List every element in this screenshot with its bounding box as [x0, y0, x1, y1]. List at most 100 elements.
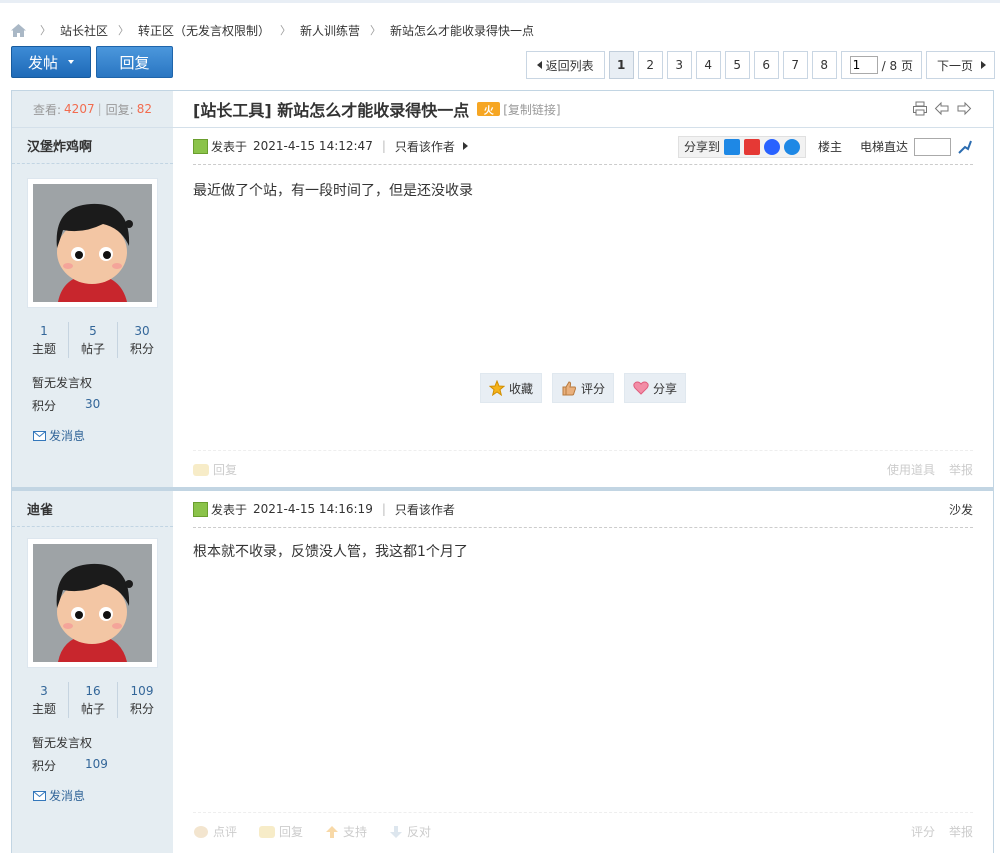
reply-label: 回复 — [279, 825, 304, 839]
post-meta: 发表于 2021-4-15 14:12:47 | 只看该作者 分享到 楼主 电梯… — [193, 128, 973, 165]
page-8[interactable]: 8 — [811, 51, 837, 79]
page-1[interactable]: 1 — [608, 51, 634, 79]
post-footer: 回复 使用道具 举报 — [193, 450, 973, 488]
page-3[interactable]: 3 — [666, 51, 692, 79]
stat-topics[interactable]: 1 主题 — [20, 322, 69, 358]
back-to-list-label: 返回列表 — [545, 58, 594, 73]
chevron-right-icon: 〉 — [40, 24, 51, 37]
reply-link[interactable]: 回复 — [193, 461, 237, 478]
stat-posts[interactable]: 16 帖子 — [69, 682, 118, 718]
top-border — [0, 0, 1000, 3]
rate-button[interactable]: 评分 — [552, 373, 615, 403]
stat-posts[interactable]: 5 帖子 — [69, 322, 118, 358]
page-7[interactable]: 7 — [782, 51, 808, 79]
report-link[interactable]: 举报 — [949, 461, 973, 478]
stat-points[interactable]: 30 积分 — [118, 322, 166, 358]
home-icon[interactable] — [11, 23, 26, 37]
stat-value: 5 — [89, 324, 97, 338]
tencent-share-icon[interactable] — [783, 138, 800, 155]
thumbs-up-icon — [562, 381, 577, 396]
report-link[interactable]: 举报 — [949, 823, 973, 840]
send-message-link[interactable]: 发消息 — [33, 427, 85, 444]
avatar[interactable] — [27, 538, 158, 668]
oppose-link[interactable]: 反对 — [389, 823, 431, 840]
stat-value: 16 — [85, 684, 101, 698]
breadcrumb-item[interactable]: 转正区（无发言权限制） — [138, 22, 270, 39]
baidu-share-icon[interactable] — [763, 138, 780, 155]
next-page-button[interactable]: 下一页 — [925, 51, 995, 79]
qzone-share-icon[interactable] — [723, 138, 740, 155]
hot-icon: 火 — [477, 102, 501, 117]
page-5[interactable]: 5 — [724, 51, 750, 79]
share-button[interactable]: 分享 — [624, 373, 687, 403]
favorite-button[interactable]: 收藏 — [480, 373, 543, 403]
breadcrumb-item[interactable]: 新人训练营 — [300, 22, 360, 39]
support-link[interactable]: 支持 — [325, 823, 367, 840]
user-online-icon — [193, 138, 208, 154]
elevator-input[interactable] — [914, 137, 951, 156]
post-actions: 收藏 评分 分享 — [480, 373, 687, 403]
page-4[interactable]: 4 — [695, 51, 721, 79]
author-stats: 3 主题 16 帖子 109 积分 — [20, 682, 166, 718]
chevron-right-icon: 〉 — [280, 24, 292, 37]
reply-link[interactable]: 回复 — [259, 823, 303, 840]
replies-label: 回复: — [105, 102, 134, 117]
post-meta: 发表于 2021-4-15 14:16:19 | 只看该作者 沙发 — [193, 491, 973, 528]
stat-label: 帖子 — [80, 702, 105, 716]
back-to-list-button[interactable]: 返回列表 — [525, 51, 605, 79]
avatar-image — [33, 544, 152, 662]
author-only-link[interactable]: 只看该作者 — [395, 501, 455, 518]
reply-label: 回复 — [213, 463, 238, 477]
envelope-icon — [33, 430, 46, 441]
page-6[interactable]: 6 — [753, 51, 779, 79]
comment-icon — [194, 825, 208, 838]
comment-link[interactable]: 点评 — [193, 823, 237, 840]
page-jump-input[interactable] — [849, 56, 878, 74]
caret-down-icon — [68, 60, 74, 64]
weibo-share-icon[interactable] — [743, 138, 760, 155]
post-button[interactable]: 发帖 — [11, 46, 91, 78]
send-message-label: 发消息 — [49, 789, 86, 803]
share-action-label: 分享 — [653, 381, 678, 396]
user-permission: 暂无发言权 — [32, 376, 93, 390]
speech-bubble-icon — [193, 463, 209, 476]
star-icon — [489, 380, 505, 396]
stat-points[interactable]: 109 积分 — [118, 682, 166, 718]
heart-icon — [633, 381, 649, 395]
page-total: / 8 页 — [881, 58, 913, 73]
rate-link[interactable]: 评分 — [911, 823, 935, 840]
page-2[interactable]: 2 — [637, 51, 663, 79]
replies-count: 82 — [136, 102, 152, 116]
stat-label: 帖子 — [80, 342, 105, 356]
posted-time: 2021-4-15 14:16:19 — [253, 502, 373, 516]
avatar[interactable] — [27, 178, 158, 308]
author-only-link[interactable]: 只看该作者 — [395, 138, 455, 155]
elevator-label: 电梯直达 — [859, 140, 908, 154]
thread-title: [站长工具] 新站怎么才能收录得快一点 — [193, 101, 470, 120]
score-label: 积分 — [32, 399, 57, 413]
breadcrumb-item[interactable]: 站长社区 — [60, 22, 108, 39]
use-tools-link[interactable]: 使用道具 — [887, 461, 935, 478]
author-name[interactable]: 汉堡炸鸡啊 — [12, 128, 173, 164]
copy-link[interactable]: [复制链接] — [503, 101, 560, 118]
reply-button[interactable]: 回复 — [96, 46, 173, 78]
stat-label: 主题 — [31, 702, 56, 716]
posted-label: 发表于 — [211, 502, 248, 517]
share-bar: 分享到 — [677, 135, 806, 158]
stat-topics[interactable]: 3 主题 — [20, 682, 69, 718]
triangle-right-icon[interactable] — [462, 142, 468, 150]
breadcrumb: 〉 站长社区 〉 转正区（无发言权限制） 〉 新人训练营 〉 新站怎么才能收录得… — [11, 21, 534, 39]
arrow-left-icon[interactable] — [934, 101, 950, 116]
stat-value: 3 — [40, 684, 48, 698]
send-message-label: 发消息 — [49, 429, 86, 443]
meta-separator: | — [381, 139, 386, 153]
print-icon[interactable] — [912, 101, 928, 116]
favorite-label: 收藏 — [509, 381, 534, 396]
arrow-right-icon[interactable] — [956, 101, 972, 116]
author-name[interactable]: 迪雀 — [12, 491, 173, 527]
elevator-go-icon[interactable] — [957, 139, 973, 155]
next-page-label: 下一页 — [936, 58, 973, 73]
breadcrumb-item[interactable]: 新站怎么才能收录得快一点 — [390, 22, 534, 39]
posted-label: 发表于 — [211, 139, 248, 154]
send-message-link[interactable]: 发消息 — [33, 787, 85, 804]
